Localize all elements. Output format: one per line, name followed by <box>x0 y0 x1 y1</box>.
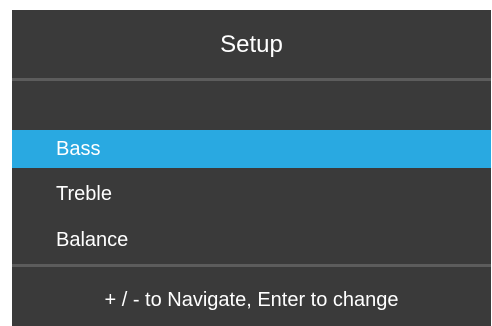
menu-item-treble[interactable]: Treble <box>12 175 491 213</box>
setup-panel: Setup Bass Treble Balance + / - to Navig… <box>12 10 491 326</box>
menu-item-label: Treble <box>56 182 112 205</box>
header-divider <box>12 78 491 81</box>
menu-item-label: Bass <box>56 137 101 160</box>
navigation-hint: + / - to Navigate, Enter to change <box>104 288 399 311</box>
menu-item-label: Balance <box>56 228 129 251</box>
page-title: Setup <box>220 31 283 58</box>
menu-item-bass[interactable]: Bass <box>12 130 491 168</box>
menu-item-balance[interactable]: Balance <box>12 221 491 259</box>
footer-divider <box>12 264 491 267</box>
